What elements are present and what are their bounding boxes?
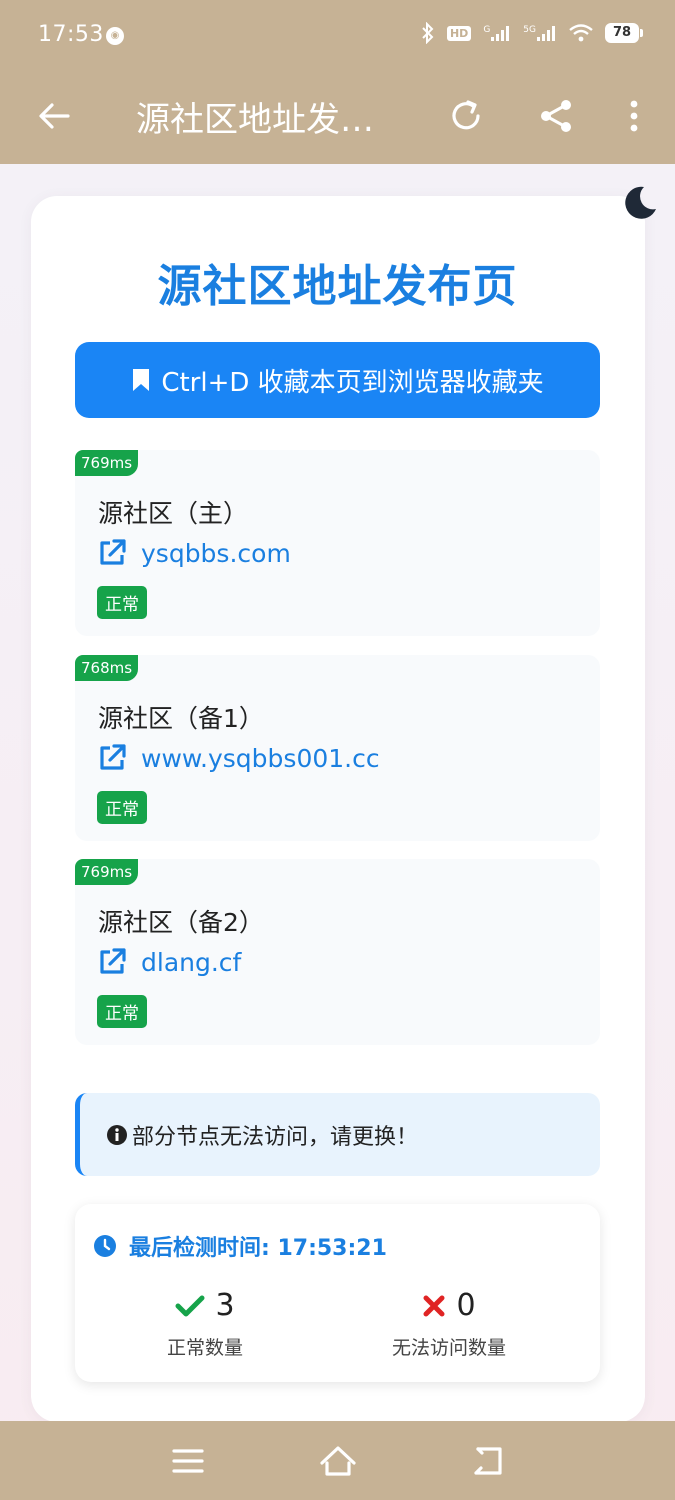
back-arrow-icon[interactable] bbox=[34, 96, 74, 136]
battery-icon: 78 bbox=[605, 23, 643, 43]
status-badge: 正常 bbox=[97, 995, 147, 1028]
node-card: 769ms 源社区（主） ysqbbs.com 正常 bbox=[75, 450, 600, 636]
node-link[interactable]: www.ysqbbs001.cc bbox=[97, 743, 380, 773]
latency-badge: 769ms bbox=[75, 450, 139, 476]
fail-count: 0 bbox=[456, 1288, 476, 1323]
signal-2-group: 5G bbox=[523, 25, 557, 41]
ok-stat: 3 正常数量 bbox=[105, 1288, 305, 1360]
status-icons: HD G 5G 78 bbox=[421, 22, 643, 44]
page-title: 源社区地址发布页 bbox=[157, 261, 518, 312]
latency-badge: 768ms bbox=[75, 655, 139, 681]
signal-1-group: G bbox=[483, 25, 511, 41]
signal-1-icon bbox=[491, 26, 510, 41]
system-nav-bar bbox=[0, 1421, 675, 1500]
signal-1-label: G bbox=[483, 25, 491, 35]
node-card: 769ms 源社区（备2） dlang.cf 正常 bbox=[75, 859, 600, 1045]
bookmark-icon bbox=[133, 369, 150, 391]
bookmark-label: Ctrl+D 收藏本页到浏览器收藏夹 bbox=[161, 367, 544, 398]
fail-stat: 0 无法访问数量 bbox=[349, 1288, 549, 1360]
notice-alert: 部分节点无法访问，请更换！ bbox=[75, 1093, 600, 1176]
share-icon[interactable] bbox=[536, 96, 576, 136]
node-url[interactable]: ysqbbs.com bbox=[141, 539, 291, 568]
notice-text: 部分节点无法访问，请更换！ bbox=[132, 1124, 419, 1150]
app-bar-title: 源社区地址发… bbox=[136, 100, 374, 140]
nav-back-icon[interactable] bbox=[470, 1443, 506, 1479]
last-check-time: 最后检测时间: 17:53:21 bbox=[93, 1230, 387, 1262]
node-card: 768ms 源社区（备1） www.ysqbbs001.cc 正常 bbox=[75, 655, 600, 841]
x-icon bbox=[423, 1295, 445, 1316]
hd-voice-icon: HD bbox=[446, 25, 472, 41]
stats-panel: 最后检测时间: 17:53:21 3 正常数量 0 无法访问数量 bbox=[75, 1204, 600, 1382]
status-time: 17:53 bbox=[38, 22, 104, 47]
moon-icon[interactable] bbox=[620, 184, 658, 222]
reload-icon[interactable] bbox=[446, 96, 486, 136]
node-link[interactable]: dlang.cf bbox=[97, 947, 241, 977]
signal-2-label: 5G bbox=[523, 25, 536, 35]
bluetooth-icon bbox=[422, 22, 434, 44]
node-url[interactable]: dlang.cf bbox=[141, 948, 241, 977]
status-badge: 正常 bbox=[97, 791, 147, 824]
node-link[interactable]: ysqbbs.com bbox=[97, 538, 291, 568]
menu-icon[interactable] bbox=[170, 1443, 206, 1479]
external-link-icon bbox=[100, 744, 126, 770]
check-icon bbox=[175, 1295, 205, 1316]
node-url[interactable]: www.ysqbbs001.cc bbox=[141, 744, 380, 773]
fail-label: 无法访问数量 bbox=[391, 1337, 506, 1359]
external-link-icon bbox=[100, 948, 126, 974]
info-circle-icon bbox=[107, 1124, 127, 1145]
latency-badge: 769ms bbox=[75, 859, 139, 885]
app-bar: 源社区地址发… bbox=[0, 72, 675, 164]
external-link-icon bbox=[100, 539, 126, 565]
more-vert-icon[interactable] bbox=[620, 96, 648, 136]
node-name: 源社区（备2） bbox=[98, 908, 264, 937]
signal-2-icon bbox=[537, 26, 555, 41]
wifi-icon bbox=[569, 24, 593, 42]
bookmark-button[interactable]: Ctrl+D 收藏本页到浏览器收藏夹 bbox=[75, 342, 600, 418]
status-bar: 17:53 ◉ HD G 5G 78 bbox=[0, 0, 675, 72]
ok-count: 3 bbox=[215, 1288, 235, 1323]
notification-badge-icon: ◉ bbox=[106, 27, 124, 45]
home-icon[interactable] bbox=[318, 1441, 358, 1481]
node-name: 源社区（备1） bbox=[98, 704, 264, 733]
last-check-text: 最后检测时间: 17:53:21 bbox=[129, 1236, 387, 1261]
clock-icon bbox=[94, 1235, 116, 1257]
status-badge: 正常 bbox=[97, 586, 147, 619]
ok-label: 正常数量 bbox=[166, 1337, 243, 1359]
node-name: 源社区（主） bbox=[98, 499, 249, 528]
